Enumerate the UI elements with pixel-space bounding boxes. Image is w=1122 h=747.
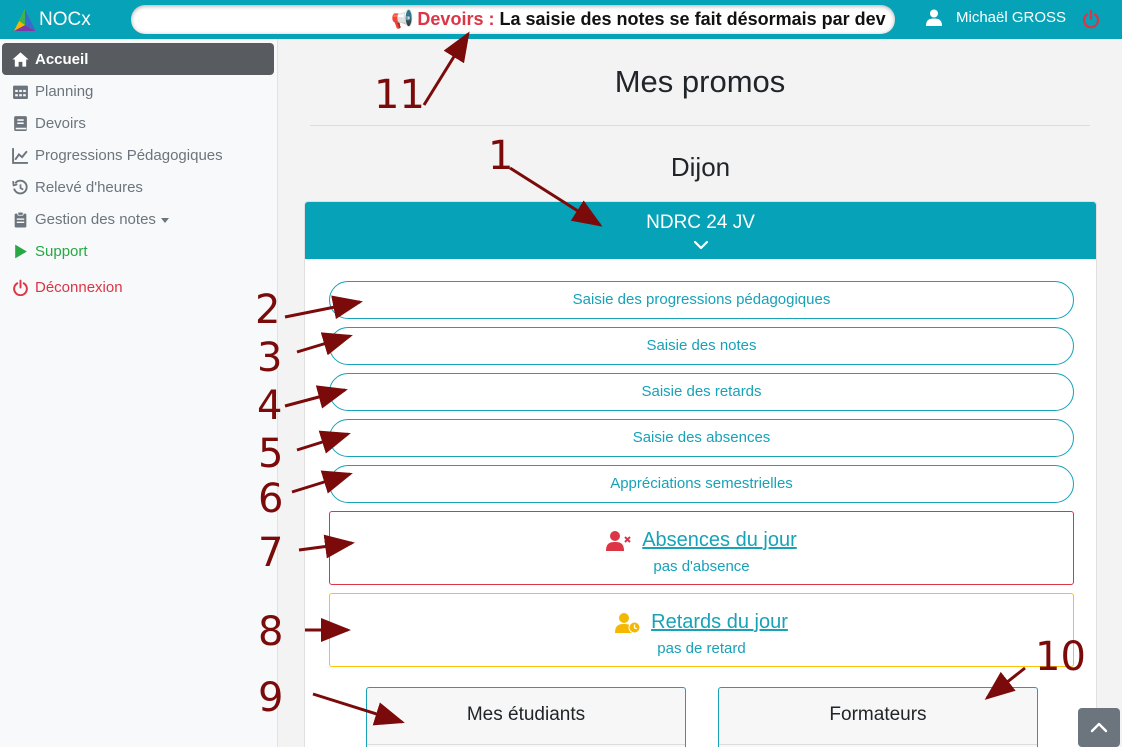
annotation-number-9: 9 — [258, 675, 284, 721]
chart-line-icon — [12, 147, 28, 164]
sidebar-item-releve[interactable]: Relevé d'heures — [2, 171, 274, 203]
chevron-down-icon — [160, 217, 169, 223]
mes-etudiants-card[interactable]: Mes étudiants — [366, 687, 686, 747]
brand[interactable]: NOCx — [12, 7, 91, 33]
user-menu[interactable]: Michaël GROSS — [926, 9, 1066, 26]
user-clock-icon — [615, 612, 641, 633]
annotation-number-4: 4 — [257, 383, 283, 429]
clipboard-icon — [14, 211, 27, 227]
sidebar-item-label: Planning — [35, 82, 94, 100]
sidebar-item-planning[interactable]: Planning — [2, 75, 274, 107]
power-icon — [13, 279, 28, 296]
sidebar: Accueil Planning Devoirs Progressions Pé… — [0, 39, 278, 747]
chevron-up-icon — [1090, 722, 1108, 733]
divider — [310, 125, 1090, 126]
sidebar-item-deconnexion[interactable]: Déconnexion — [2, 271, 274, 303]
sidebar-item-label: Gestion des notes — [35, 210, 156, 228]
book-icon — [14, 115, 27, 131]
absences-du-jour-link[interactable]: Absences du jour — [642, 529, 797, 552]
retards-status: pas de retard — [657, 640, 746, 657]
sidebar-item-gestion-notes[interactable]: Gestion des notes — [2, 203, 274, 235]
formateurs-card[interactable]: Formateurs — [718, 687, 1038, 747]
saisie-absences-button[interactable]: Saisie des absences — [329, 419, 1074, 457]
saisie-retards-button[interactable]: Saisie des retards — [329, 373, 1074, 411]
sidebar-item-label: Accueil — [35, 50, 89, 68]
sidebar-item-progressions[interactable]: Progressions Pédagogiques — [2, 139, 274, 171]
promo-card: NDRC 24 JV Saisie des progressions pédag… — [304, 201, 1097, 747]
play-icon — [15, 244, 27, 258]
sidebar-item-label: Devoirs — [35, 114, 86, 132]
nocx-logo-icon — [14, 9, 36, 31]
announcement-ticker: 📢 Devoirs : La saisie des notes se fait d… — [131, 5, 895, 34]
formateurs-title: Formateurs — [829, 704, 927, 725]
sidebar-item-label: Support — [35, 242, 88, 260]
sidebar-item-accueil[interactable]: Accueil — [2, 43, 274, 75]
promo-header[interactable]: NDRC 24 JV — [305, 202, 1096, 259]
sidebar-item-label: Relevé d'heures — [35, 178, 143, 196]
city-heading: Dijon — [670, 152, 731, 182]
brand-name: NOCx — [39, 9, 91, 30]
retards-du-jour-box: Retards du jour pas de retard — [329, 593, 1074, 667]
retards-du-jour-link[interactable]: Retards du jour — [651, 611, 788, 634]
annotation-number-2: 2 — [255, 287, 281, 333]
ticker-tag: Devoirs : — [417, 9, 495, 29]
annotation-number-3: 3 — [257, 335, 283, 381]
ticker-message: La saisie des notes se fait désormais pa… — [499, 9, 886, 29]
annotation-number-7: 7 — [258, 530, 284, 576]
saisie-notes-button[interactable]: Saisie des notes — [329, 327, 1074, 365]
user-times-icon — [606, 530, 631, 551]
top-navbar: NOCx 📢 Devoirs : La saisie des notes se f… — [0, 0, 1122, 39]
sidebar-item-support[interactable]: Support — [2, 235, 274, 267]
user-name: Michaël GROSS — [956, 9, 1067, 26]
mes-etudiants-title: Mes étudiants — [466, 704, 586, 725]
megaphone-icon: 📢 — [391, 9, 414, 29]
sidebar-item-devoirs[interactable]: Devoirs — [2, 107, 274, 139]
sidebar-item-label: Déconnexion — [35, 278, 123, 296]
annotation-number-1: 1 — [488, 133, 514, 179]
divider — [367, 744, 685, 745]
home-icon — [12, 51, 29, 67]
power-icon[interactable] — [1081, 9, 1101, 29]
annotation-number-8: 8 — [258, 609, 284, 655]
annotation-number-5: 5 — [258, 431, 284, 477]
annotation-number-6: 6 — [258, 476, 284, 522]
user-icon — [926, 9, 942, 26]
promo-name: NDRC 24 JV — [646, 212, 755, 233]
calendar-icon — [13, 85, 28, 99]
history-icon — [12, 179, 28, 194]
page-title: Mes promos — [614, 64, 786, 99]
chevron-down-icon — [693, 240, 708, 250]
annotation-number-10: 10 — [1035, 634, 1086, 680]
annotation-number-11: 11 — [374, 72, 425, 118]
appreciations-button[interactable]: Appréciations semestrielles — [329, 465, 1074, 503]
sidebar-item-label: Progressions Pédagogiques — [35, 146, 223, 164]
divider — [719, 744, 1037, 745]
saisie-progressions-button[interactable]: Saisie des progressions pédagogiques — [329, 281, 1074, 319]
absences-status: pas d'absence — [653, 558, 750, 575]
absences-du-jour-box: Absences du jour pas d'absence — [329, 511, 1074, 585]
scroll-to-top-button[interactable] — [1078, 708, 1120, 747]
